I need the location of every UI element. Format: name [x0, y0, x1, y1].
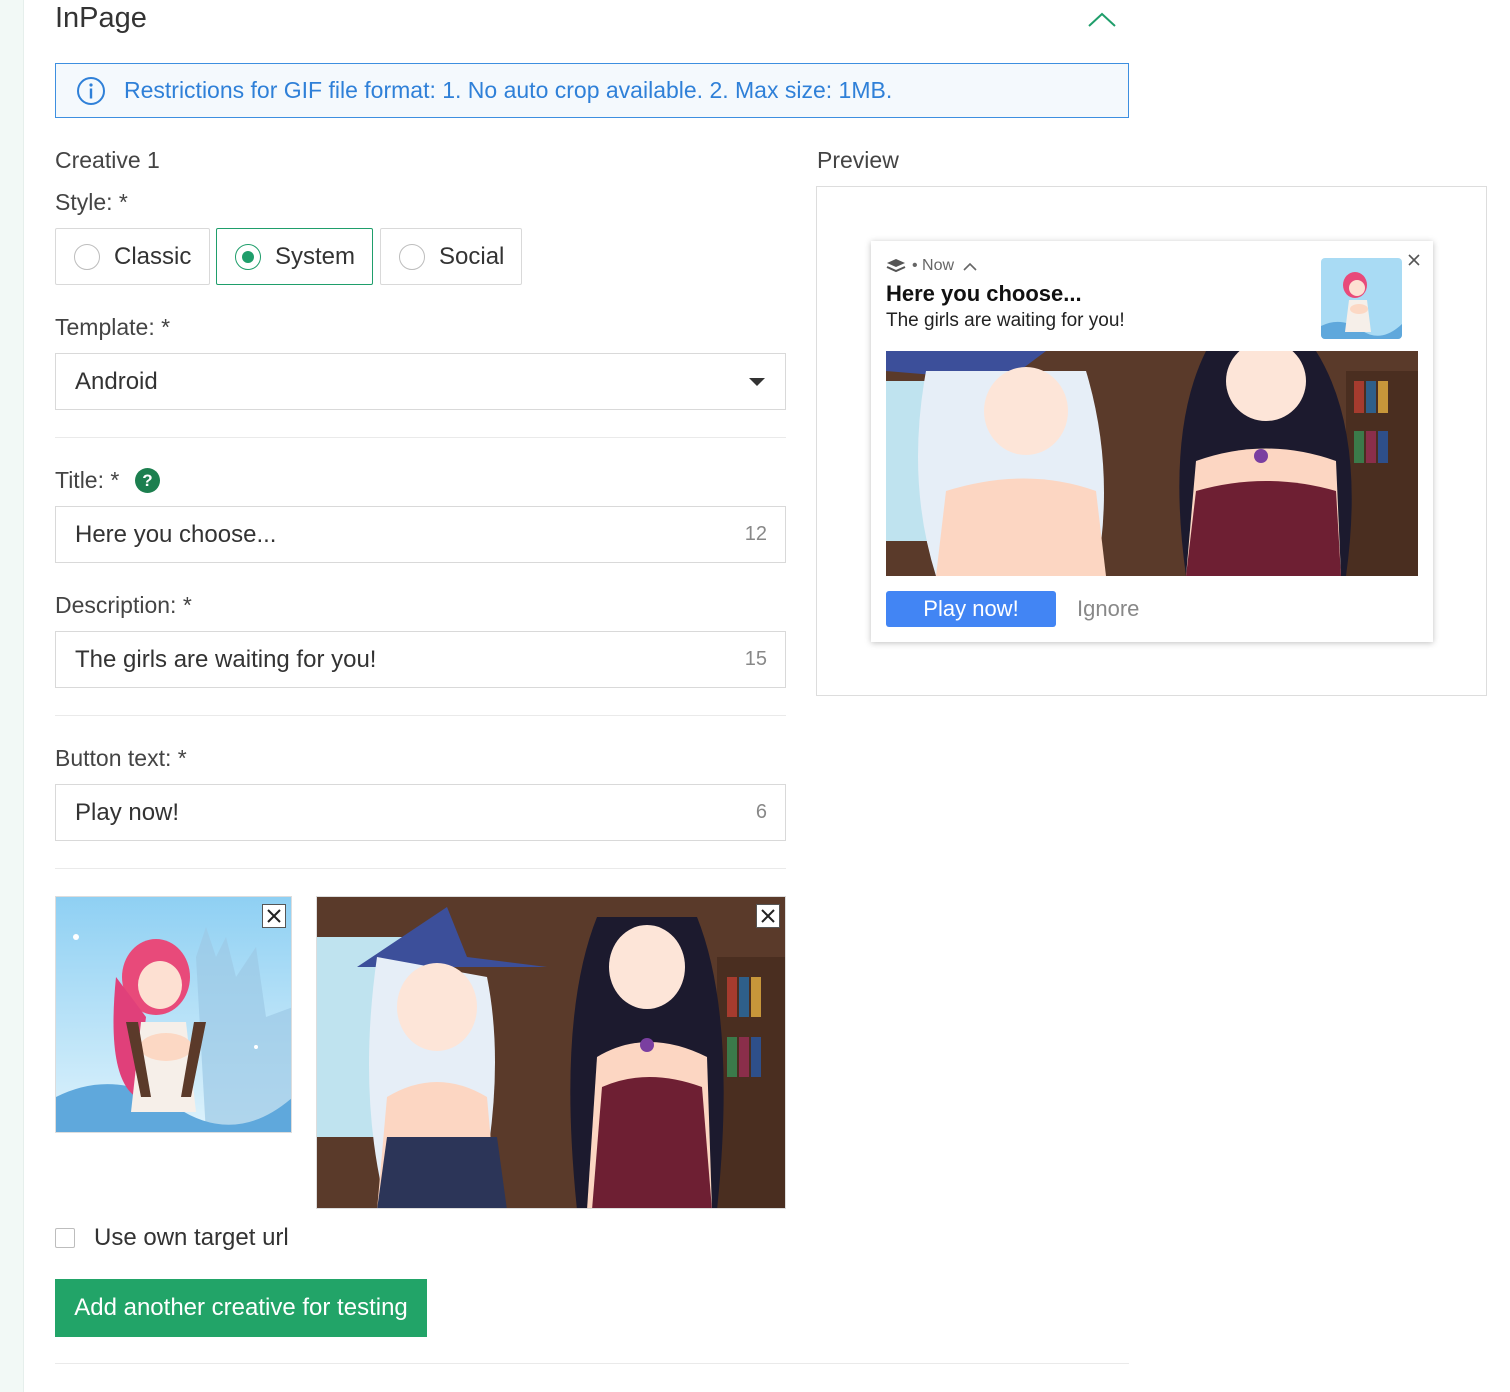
main-image [317, 897, 785, 1208]
style-option-label: Classic [114, 242, 192, 270]
style-option-label: Social [439, 242, 505, 270]
divider [55, 868, 786, 869]
divider [55, 1363, 1129, 1364]
add-creative-button[interactable]: Add another creative for testing [55, 1279, 427, 1337]
info-circle-icon [77, 76, 105, 105]
style-option-social[interactable]: Social [380, 228, 522, 285]
title-input[interactable] [75, 520, 675, 549]
chevron-up-icon [963, 262, 977, 271]
remove-icon-image-button[interactable] [262, 904, 286, 928]
stack-icon [886, 259, 906, 273]
style-option-system[interactable]: System [216, 228, 373, 285]
icon-image [1321, 258, 1402, 339]
radio-system[interactable] [235, 243, 261, 270]
main-image [886, 351, 1418, 576]
description-field[interactable]: 15 [55, 631, 786, 688]
caret-down-icon [749, 377, 765, 386]
preview-label: Preview [817, 147, 899, 173]
button-text-field[interactable]: 6 [55, 784, 786, 841]
notification-time: • Now [912, 257, 955, 274]
creative-heading: Creative 1 [55, 147, 160, 173]
template-value: Android [75, 367, 158, 395]
button-text-input[interactable] [75, 798, 675, 827]
description-label: Description: * [55, 592, 192, 618]
info-text: Restrictions for GIF file format: 1. No … [124, 77, 893, 103]
style-option-label: System [275, 242, 356, 270]
own-target-url-checkbox[interactable] [55, 1228, 75, 1248]
button-text-label: Button text: * [55, 745, 187, 771]
title-field[interactable]: 12 [55, 506, 786, 563]
divider [55, 715, 786, 716]
notification-icon-thumbnail [1321, 258, 1402, 339]
close-icon [267, 909, 281, 923]
left-sidebar-strip [0, 0, 24, 1392]
notification-header: • Now [886, 257, 978, 275]
template-select[interactable]: Android [55, 353, 786, 410]
main-image-preview [316, 896, 786, 1209]
remove-main-image-button[interactable] [756, 904, 780, 928]
notification-play-button[interactable]: Play now! [886, 591, 1056, 627]
close-icon[interactable] [1405, 251, 1423, 269]
title-label: Title: * [55, 467, 120, 493]
icon-image [56, 897, 291, 1132]
gif-restrictions-banner: Restrictions for GIF file format: 1. No … [55, 63, 1129, 118]
section-title: InPage [55, 2, 147, 34]
help-icon[interactable]: ? [135, 468, 160, 493]
title-char-counter: 12 [744, 523, 767, 545]
description-char-counter: 15 [744, 648, 767, 670]
style-option-classic[interactable]: Classic [55, 228, 210, 285]
icon-image-preview [55, 896, 292, 1133]
template-label: Template: * [55, 314, 171, 340]
radio-classic[interactable] [74, 243, 100, 270]
radio-social[interactable] [399, 243, 425, 270]
button-text-char-counter: 6 [755, 801, 767, 823]
own-target-url-label[interactable]: Use own target url [94, 1224, 289, 1252]
style-label: Style: * [55, 189, 128, 215]
notification-main-image [886, 351, 1418, 576]
notification-title: Here you choose... [886, 281, 1082, 306]
notification-ignore-button[interactable]: Ignore [1077, 596, 1139, 622]
notification-description: The girls are waiting for you! [886, 310, 1125, 331]
chevron-up-icon[interactable] [1086, 8, 1118, 32]
android-notification-preview: • Now Here you choose... The girls are w… [871, 241, 1433, 642]
description-input[interactable] [75, 645, 675, 674]
close-icon [761, 909, 775, 923]
divider [55, 437, 786, 438]
